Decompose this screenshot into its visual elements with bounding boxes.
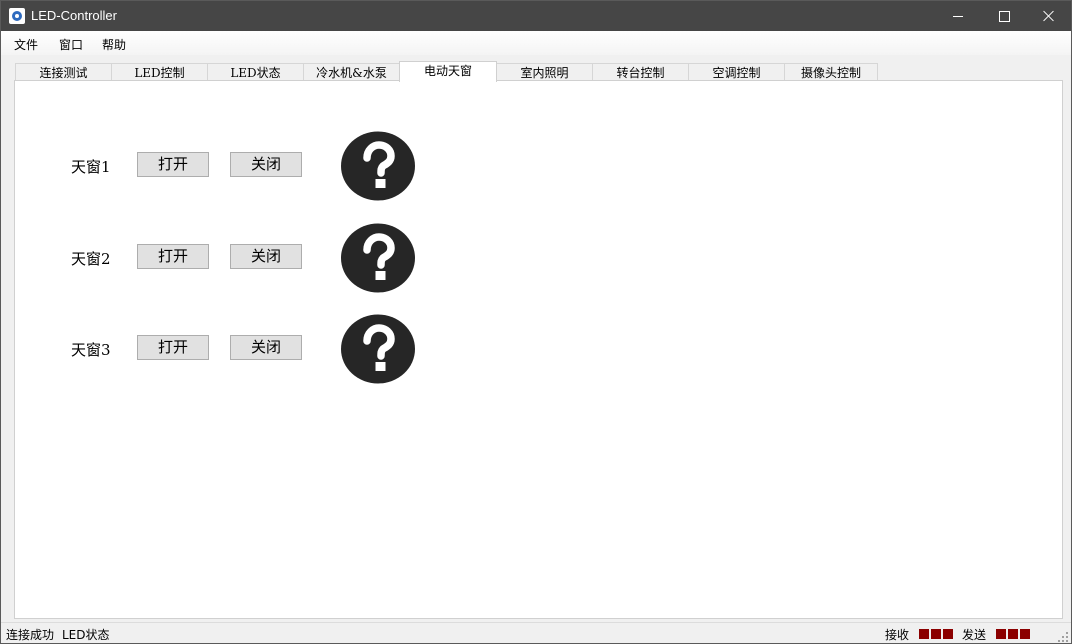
tab-connection-test[interactable]: 连接测试	[15, 63, 112, 81]
connection-status: 连接成功	[6, 628, 55, 642]
tab-chiller-pump[interactable]: 冷水机&水泵	[303, 63, 400, 81]
skylight-1-close-button[interactable]: 关闭	[230, 152, 302, 177]
tab-led-control[interactable]: LED控制	[111, 63, 208, 81]
title-bar[interactable]: LED-Controller	[1, 1, 1071, 31]
send-indicator	[996, 629, 1006, 639]
send-label: 发送	[962, 628, 987, 642]
skylight-1-label: 天窗1	[71, 158, 111, 176]
menu-file[interactable]: 文件	[14, 36, 38, 53]
receive-label: 接收	[885, 628, 910, 642]
close-button[interactable]	[1026, 1, 1071, 31]
skylight-1-open-button[interactable]: 打开	[137, 152, 209, 177]
receive-indicator	[943, 629, 953, 639]
menu-window[interactable]: 窗口	[59, 36, 83, 53]
send-indicator	[1020, 629, 1030, 639]
receive-indicator	[919, 629, 929, 639]
skylight-3-status-question-icon	[341, 314, 415, 384]
window-title: LED-Controller	[31, 8, 117, 23]
app-icon	[9, 8, 25, 24]
send-indicator	[1008, 629, 1018, 639]
skylight-2-status-question-icon	[341, 223, 415, 293]
tab-camera-control[interactable]: 摄像头控制	[784, 63, 878, 81]
app-window: LED-Controller 文件 窗口 帮助 连接测试 LED控制 LED状态…	[0, 0, 1072, 644]
resize-grip[interactable]	[1058, 632, 1068, 642]
minimize-icon	[953, 16, 963, 17]
skylight-3-open-button[interactable]: 打开	[137, 335, 209, 360]
receive-indicator	[931, 629, 941, 639]
skylight-2-close-button[interactable]: 关闭	[230, 244, 302, 269]
skylight-2-label: 天窗2	[71, 250, 111, 268]
skylight-2-open-button[interactable]: 打开	[137, 244, 209, 269]
menu-help[interactable]: 帮助	[102, 36, 126, 53]
skylight-3-close-button[interactable]: 关闭	[230, 335, 302, 360]
tab-electric-skylight[interactable]: 电动天窗	[399, 61, 497, 82]
maximize-icon	[999, 11, 1010, 22]
skylight-3-label: 天窗3	[71, 341, 111, 359]
maximize-button[interactable]	[981, 1, 1027, 31]
current-page-status: LED状态	[62, 628, 110, 642]
tab-ac-control[interactable]: 空调控制	[688, 63, 785, 81]
menu-bar: 文件 窗口 帮助	[1, 31, 1071, 55]
tab-indoor-lighting[interactable]: 室内照明	[496, 63, 593, 81]
tab-led-status[interactable]: LED状态	[207, 63, 304, 81]
skylight-panel: 天窗1 打开 关闭 天窗2 打开 关闭 天窗3 打开 关闭	[14, 80, 1063, 619]
skylight-1-status-question-icon	[341, 131, 415, 201]
minimize-button[interactable]	[935, 1, 981, 31]
tab-turntable-control[interactable]: 转台控制	[592, 63, 689, 81]
status-bar: 连接成功 LED状态 接收 发送	[1, 622, 1071, 643]
